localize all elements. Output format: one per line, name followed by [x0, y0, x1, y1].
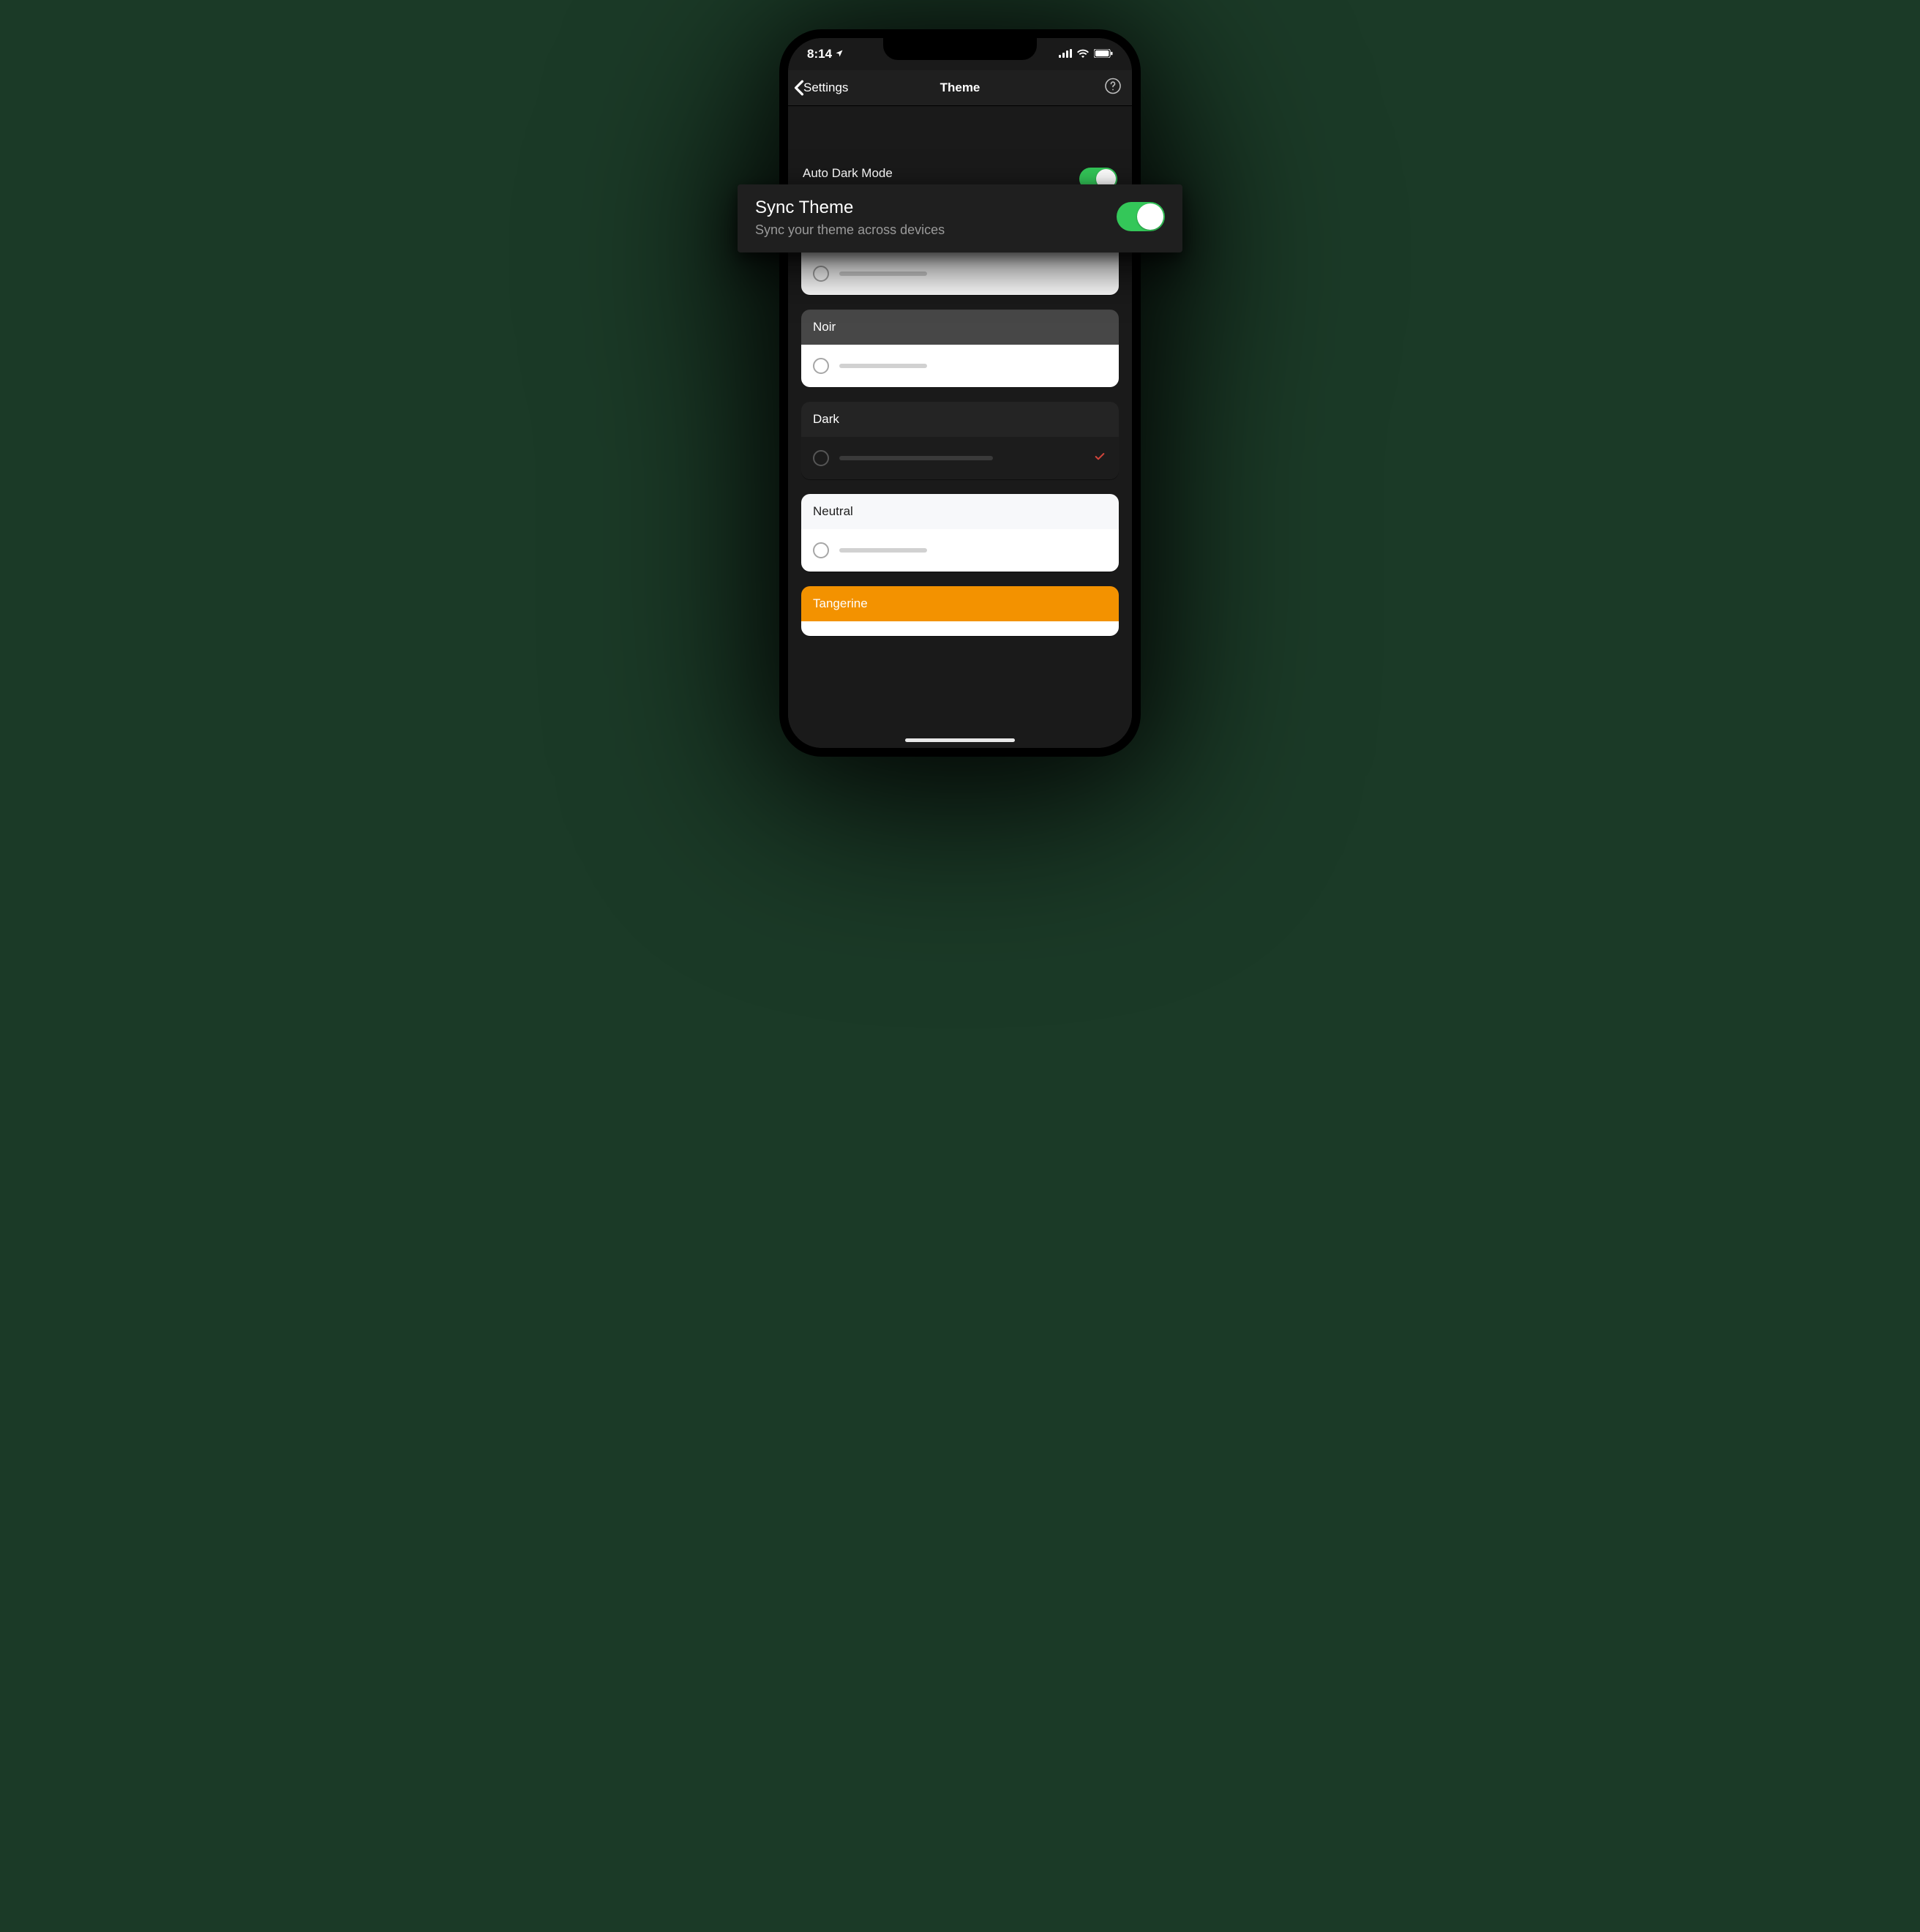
chevron-left-icon	[794, 80, 804, 96]
help-button[interactable]	[1104, 78, 1122, 99]
theme-option-dark[interactable]: Dark	[801, 402, 1119, 479]
theme-option-noir[interactable]: Noir	[801, 310, 1119, 387]
page-title: Theme	[940, 80, 980, 95]
radio-icon	[813, 266, 829, 282]
check-icon	[1094, 450, 1106, 467]
theme-preview	[801, 437, 1119, 479]
back-label: Settings	[803, 80, 848, 95]
theme-list: Todoist Noir Dark	[788, 203, 1132, 636]
sync-theme-sub: Sync your theme across devices	[755, 222, 945, 238]
theme-preview	[801, 252, 1119, 295]
help-icon	[1104, 78, 1122, 95]
nav-bar: Settings Theme	[788, 70, 1132, 106]
theme-label: Noir	[801, 310, 1119, 345]
theme-label: Tangerine	[801, 586, 1119, 621]
status-time: 8:14	[807, 47, 832, 61]
notch	[883, 38, 1037, 60]
screen: 8:14	[788, 38, 1132, 748]
radio-icon	[813, 358, 829, 374]
sync-theme-title: Sync Theme	[755, 198, 945, 218]
auto-dark-title: Auto Dark Mode	[803, 166, 961, 181]
radio-icon	[813, 450, 829, 466]
theme-preview	[801, 529, 1119, 572]
sync-theme-toggle[interactable]	[1117, 202, 1165, 231]
back-button[interactable]: Settings	[794, 80, 848, 96]
radio-icon	[813, 542, 829, 558]
battery-icon	[1094, 47, 1113, 61]
theme-label: Dark	[801, 402, 1119, 437]
sync-theme-row: Sync Theme Sync your theme across device…	[738, 184, 1182, 252]
theme-preview	[801, 621, 1119, 636]
cellular-signal-icon	[1059, 47, 1072, 61]
theme-option-tangerine[interactable]: Tangerine	[801, 586, 1119, 636]
location-icon	[835, 47, 844, 61]
phone-frame: 8:14	[779, 29, 1141, 757]
wifi-icon	[1076, 47, 1090, 61]
theme-label: Neutral	[801, 494, 1119, 529]
toggle-knob	[1137, 203, 1163, 230]
home-indicator[interactable]	[905, 738, 1015, 742]
theme-preview	[801, 345, 1119, 387]
theme-option-neutral[interactable]: Neutral	[801, 494, 1119, 572]
